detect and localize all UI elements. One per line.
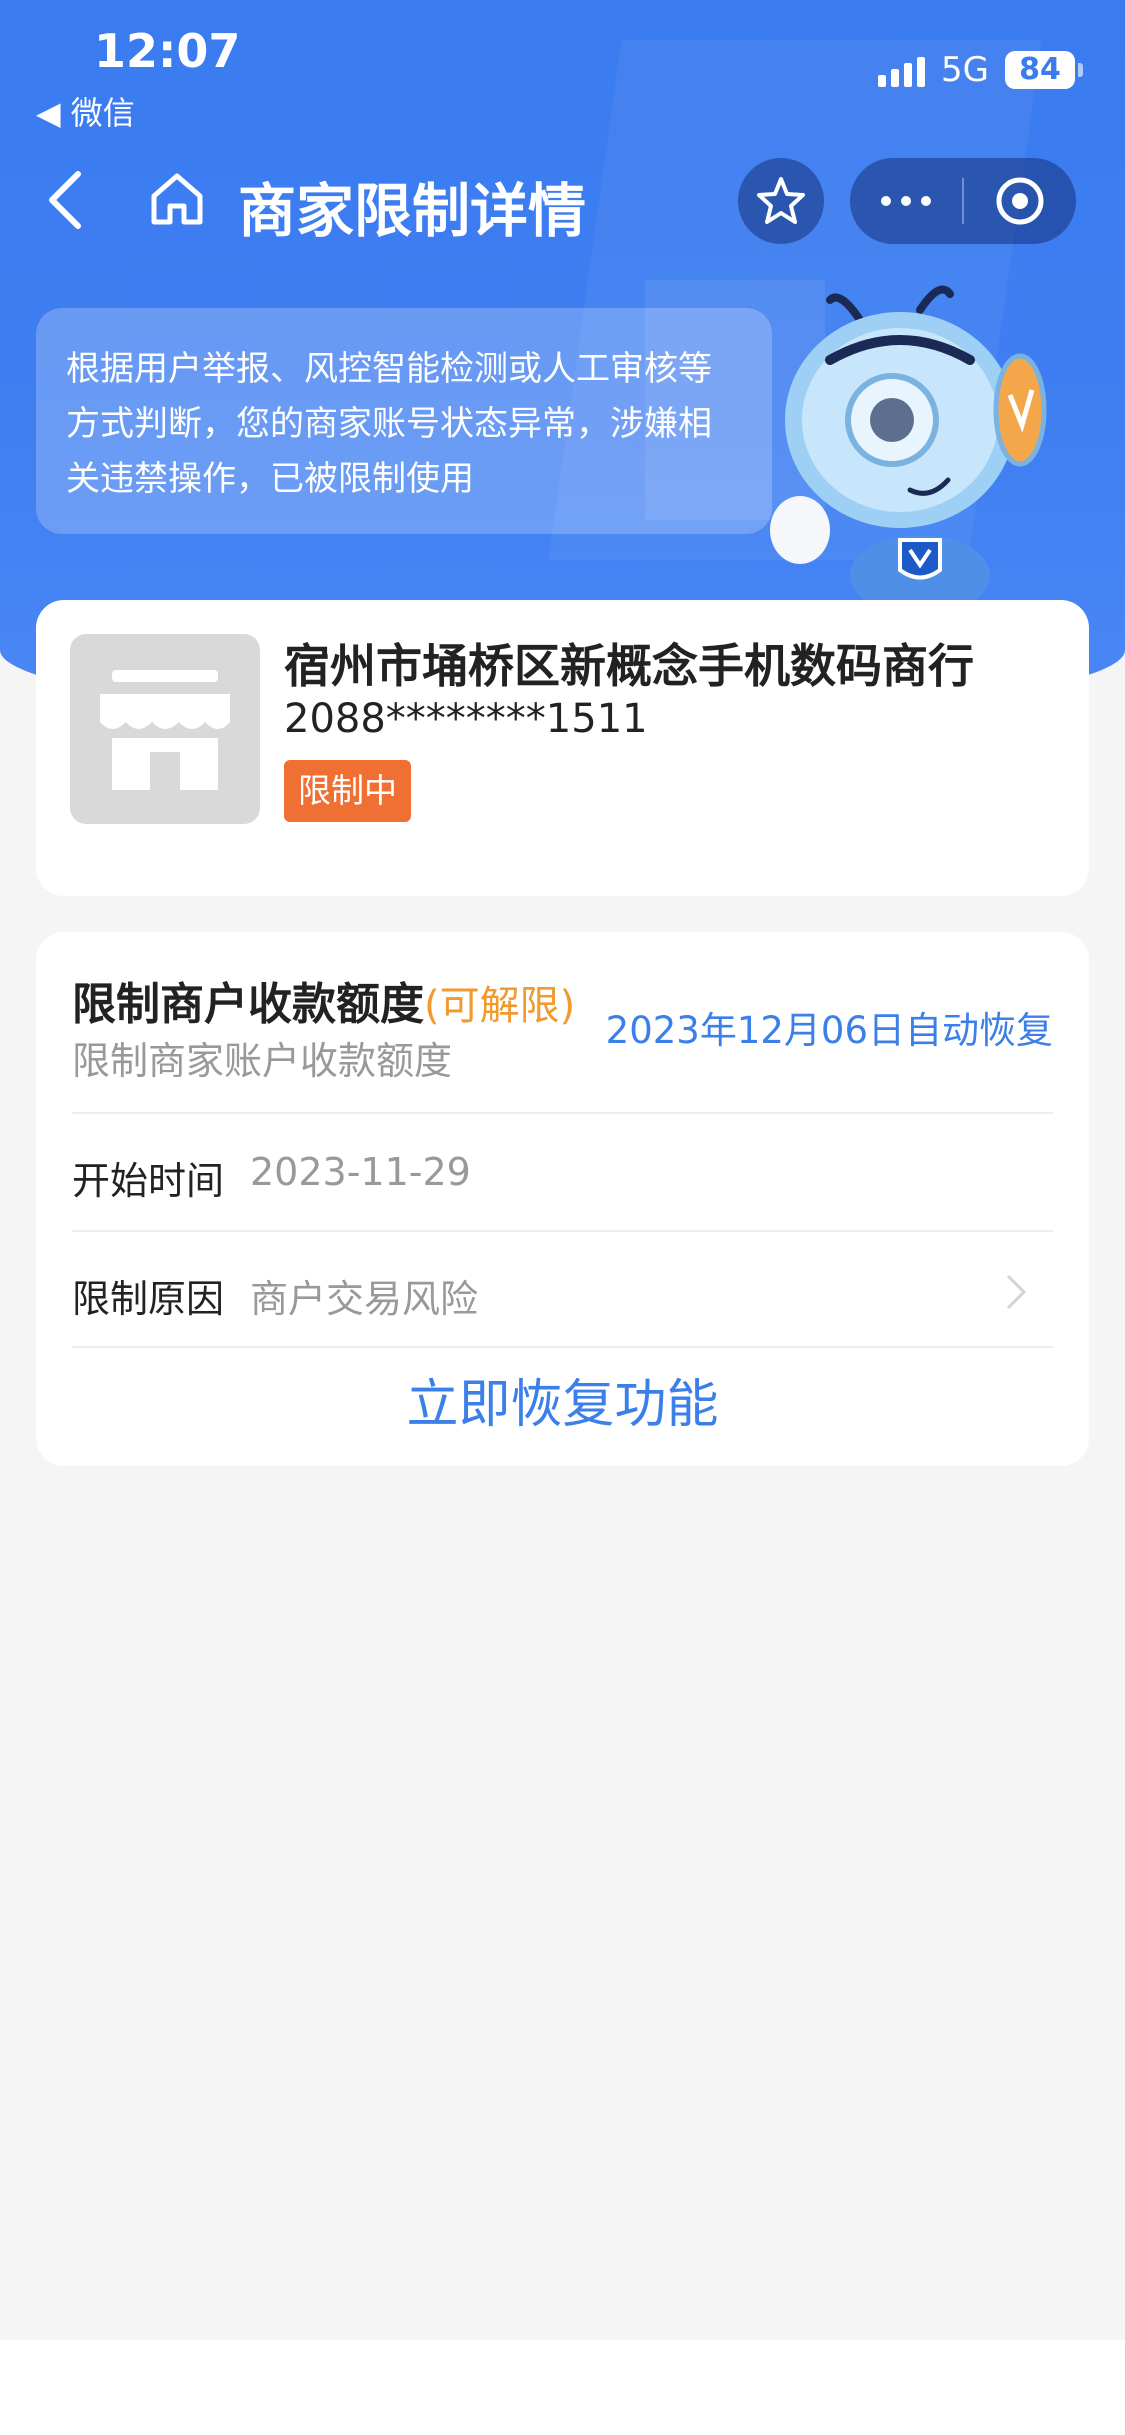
start-time-label: 开始时间 — [72, 1159, 225, 1203]
restriction-subtitle: 限制商家账户收款额度 — [72, 1039, 453, 1083]
restriction-notice: 根据用户举报、风控智能检测或人工审核等方式判断，您的商家账号状态异常，涉嫌相关违… — [36, 308, 772, 534]
favorite-button[interactable] — [738, 158, 824, 244]
mini-program-capsule — [850, 158, 1076, 244]
signal-icon — [878, 53, 926, 87]
network-type: 5G — [941, 50, 989, 90]
reason-value[interactable]: 商户交易风险 — [250, 1268, 478, 1323]
close-target-icon[interactable] — [964, 158, 1076, 244]
merchant-card: 宿州市埇桥区新概念手机数码商行 2088********1511 限制中 — [36, 600, 1089, 896]
star-icon — [757, 177, 805, 224]
page-title: 商家限制详情 — [238, 177, 587, 245]
unlockable-tag: (可解限) — [424, 983, 576, 1029]
battery-icon: 84 — [1005, 51, 1083, 89]
merchant-account-id: 2088********1511 — [284, 696, 648, 742]
auto-recover-date: 2023年12月06日自动恢复 — [605, 1009, 1053, 1052]
status-badge: 限制中 — [284, 760, 411, 822]
divider — [72, 1112, 1053, 1114]
restriction-title-text: 限制商户收款额度 — [72, 979, 424, 1030]
more-icon[interactable] — [850, 158, 962, 244]
chevron-right-icon[interactable] — [1003, 1272, 1029, 1312]
bottom-safe-area — [0, 2340, 1125, 2435]
divider — [72, 1230, 1053, 1232]
status-indicators: 5G 84 — [878, 50, 1083, 90]
mascot-robot-image — [770, 280, 1060, 615]
home-icon[interactable] — [148, 170, 206, 228]
restriction-title: 限制商户收款额度(可解限) — [72, 968, 575, 1032]
divider — [72, 1346, 1053, 1348]
restore-function-button[interactable]: 立即恢复功能 — [36, 1362, 1089, 1437]
back-icon[interactable] — [44, 168, 88, 232]
restriction-detail-card: 限制商户收款额度(可解限) 限制商家账户收款额度 2023年12月06日自动恢复… — [36, 932, 1089, 1466]
start-time-value: 2023-11-29 — [250, 1150, 471, 1194]
status-time: 12:07 — [94, 24, 241, 78]
reason-label: 限制原因 — [72, 1277, 225, 1321]
merchant-name: 宿州市埇桥区新概念手机数码商行 — [284, 639, 974, 693]
shop-icon — [70, 634, 260, 824]
back-to-app-link[interactable]: ◀ 微信 — [36, 88, 135, 134]
